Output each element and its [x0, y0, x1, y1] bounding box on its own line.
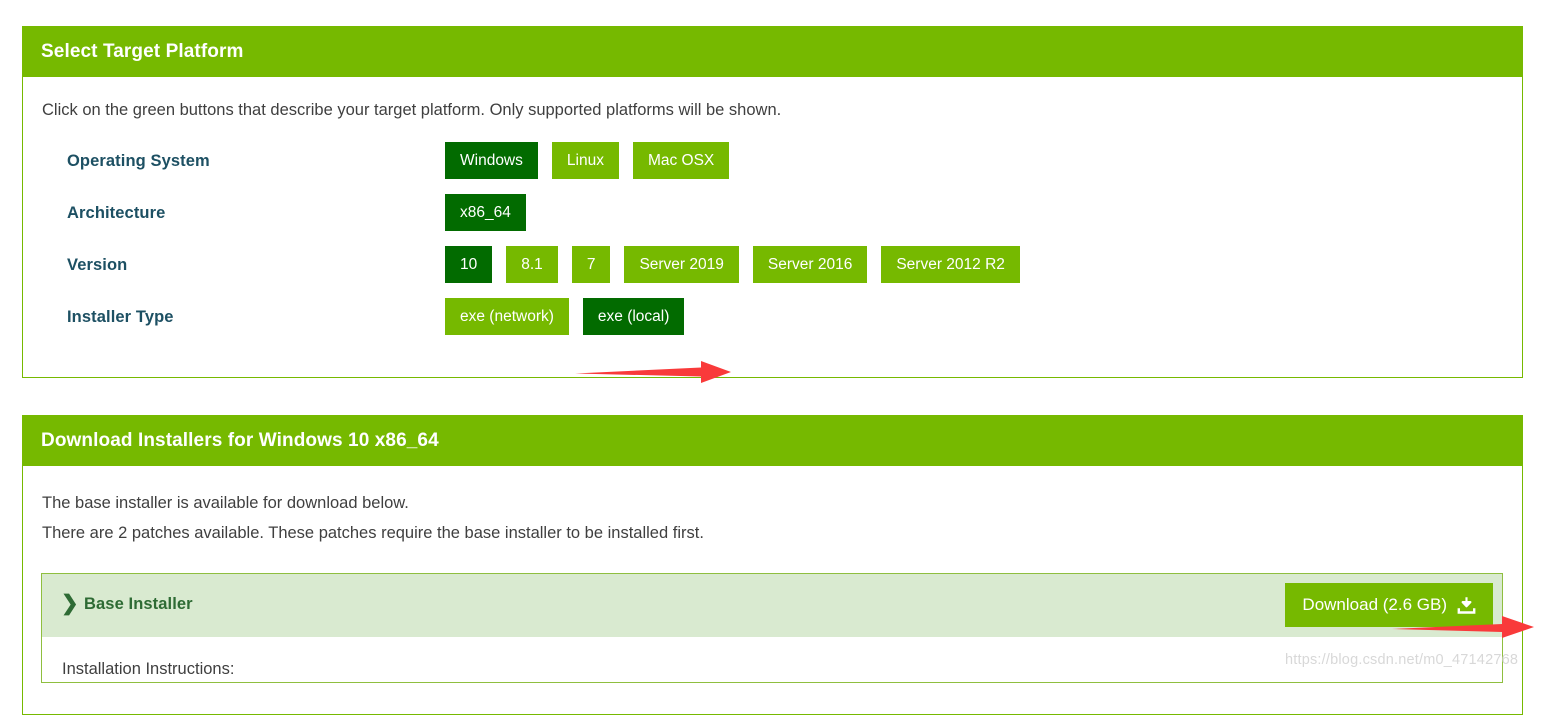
option-button-server-2019[interactable]: Server 2019	[624, 246, 739, 283]
select-panel-title: Select Target Platform	[23, 27, 1522, 77]
row-label-installer-type: Installer Type	[67, 308, 174, 326]
option-group-installer-type: exe (network) exe (local)	[445, 298, 685, 335]
option-button-server-2016[interactable]: Server 2016	[752, 246, 868, 283]
option-button-mac-osx[interactable]: Mac OSX	[632, 142, 730, 179]
select-panel-body: Click on the green buttons that describe…	[23, 101, 1522, 350]
select-target-platform-panel: Select Target Platform Click on the gree…	[22, 26, 1523, 378]
base-installer-content: Installation Instructions:	[42, 637, 1502, 682]
download-button-label: Download (2.6 GB)	[1302, 595, 1447, 614]
download-description-line-2: There are 2 patches available. These pat…	[42, 524, 704, 542]
option-button-version-7[interactable]: 7	[571, 246, 611, 283]
download-description-line-1: The base installer is available for down…	[42, 494, 409, 512]
base-installer-header[interactable]: ❯ Base Installer Download (2.6 GB)	[42, 574, 1502, 637]
option-button-version-8-1[interactable]: 8.1	[506, 246, 558, 283]
row-label-architecture: Architecture	[67, 204, 166, 222]
download-panel-title: Download Installers for Windows 10 x86_6…	[23, 416, 1522, 466]
option-button-exe-network[interactable]: exe (network)	[445, 298, 569, 335]
download-button[interactable]: Download (2.6 GB)	[1285, 583, 1493, 627]
download-panel-description: The base installer is available for down…	[42, 488, 1504, 548]
base-installer-section: ❯ Base Installer Download (2.6 GB) Insta…	[41, 573, 1503, 683]
option-group-architecture: x86_64	[445, 194, 526, 231]
row-label-version: Version	[67, 256, 128, 274]
row-installer-type: Installer Type exe (network) exe (local)	[41, 298, 1504, 350]
row-architecture: Architecture x86_64	[41, 194, 1504, 246]
base-installer-label: Base Installer	[84, 595, 193, 613]
chevron-right-icon[interactable]: ❯	[61, 591, 79, 617]
option-button-linux[interactable]: Linux	[551, 142, 619, 179]
watermark-text: https://blog.csdn.net/m0_47142768	[1285, 652, 1519, 668]
platform-option-rows: Operating System Windows Linux Mac OSX A…	[41, 142, 1504, 350]
option-button-server-2012-r2[interactable]: Server 2012 R2	[881, 246, 1020, 283]
installation-instructions-label: Installation Instructions:	[62, 660, 235, 678]
download-tray-icon	[1457, 596, 1476, 615]
option-group-operating-system: Windows Linux Mac OSX	[445, 142, 730, 179]
row-label-operating-system: Operating System	[67, 152, 210, 170]
row-operating-system: Operating System Windows Linux Mac OSX	[41, 142, 1504, 194]
option-button-windows[interactable]: Windows	[445, 142, 538, 179]
option-button-x86-64[interactable]: x86_64	[445, 194, 526, 231]
option-button-exe-local[interactable]: exe (local)	[582, 298, 685, 335]
option-button-version-10[interactable]: 10	[445, 246, 493, 283]
option-group-version: 10 8.1 7 Server 2019 Server 2016 Server …	[445, 246, 1020, 283]
select-panel-instructions: Click on the green buttons that describe…	[42, 101, 782, 119]
download-panel-body: The base installer is available for down…	[23, 488, 1522, 548]
row-version: Version 10 8.1 7 Server 2019 Server 2016…	[41, 246, 1504, 298]
